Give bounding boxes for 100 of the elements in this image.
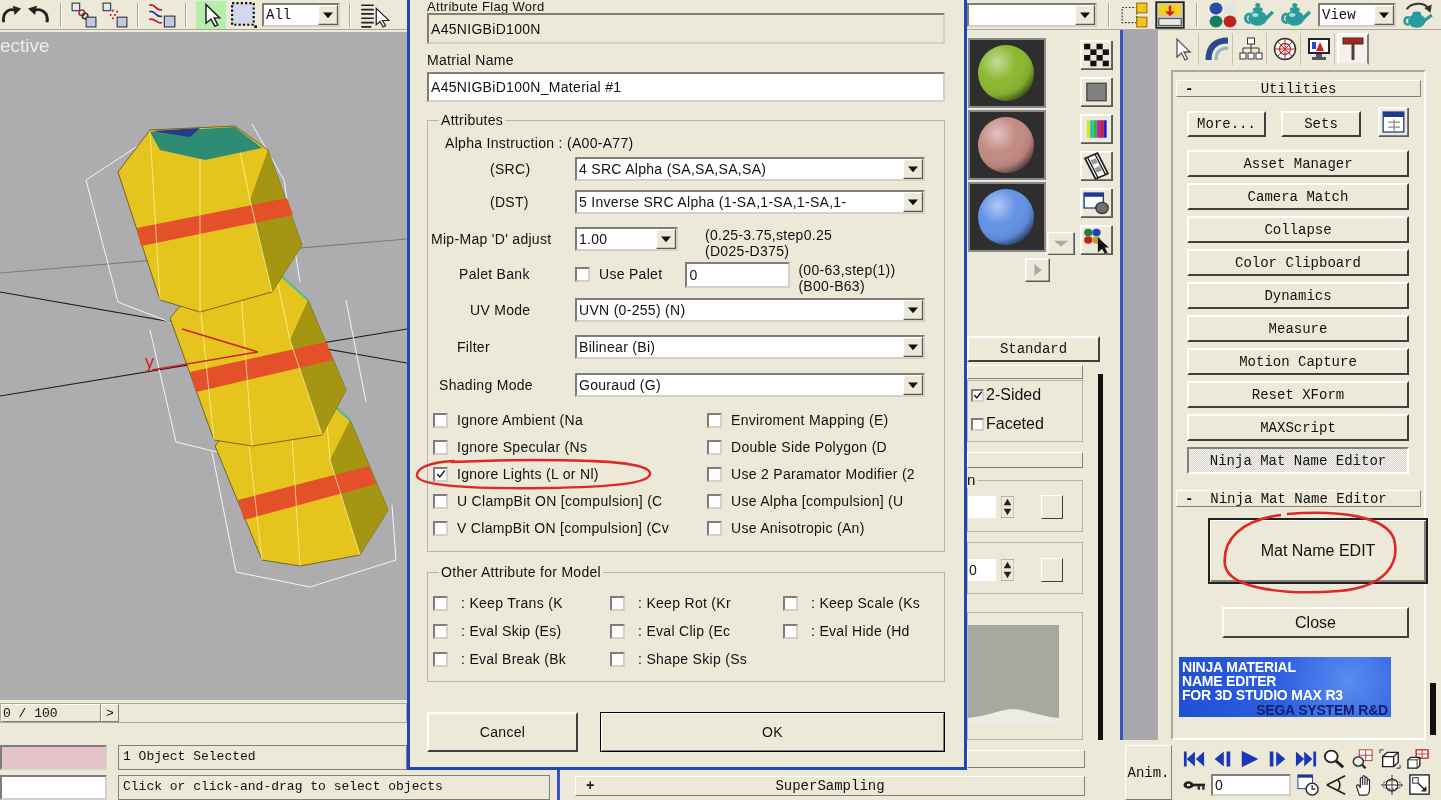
utility-button[interactable]: Measure	[1187, 315, 1409, 342]
spinner-field[interactable]	[968, 496, 996, 518]
film-strip-icon[interactable]	[1080, 151, 1113, 181]
spinner-icon[interactable]	[1001, 496, 1014, 518]
four-spheres-icon[interactable]	[1209, 1, 1237, 28]
chain-link-icon[interactable]	[71, 1, 97, 28]
window-grid-icon[interactable]	[1378, 107, 1409, 137]
listener-field[interactable]	[0, 745, 107, 770]
next-frame-button[interactable]: >	[101, 704, 119, 722]
scrollbar[interactable]	[1430, 683, 1436, 735]
time-slider-thumb[interactable]: 0 / 100	[1, 704, 101, 722]
checkbox[interactable]	[707, 493, 722, 509]
checker-icon[interactable]	[1080, 40, 1113, 70]
checkbox[interactable]	[971, 388, 984, 402]
rollout-header[interactable]	[967, 452, 1083, 468]
checkbox[interactable]	[610, 651, 625, 667]
broken-chain-icon[interactable]	[102, 1, 128, 28]
checkbox[interactable]	[433, 595, 448, 611]
checkbox[interactable]	[433, 493, 448, 509]
rollout-header[interactable]	[967, 750, 1085, 768]
frame-field[interactable]: 0	[1211, 774, 1291, 796]
dialog-button[interactable]: Cancel	[427, 712, 578, 752]
dropdown[interactable]: 1.00	[575, 227, 678, 251]
dropdown[interactable]: Gouraud (G)	[575, 373, 925, 397]
utility-button[interactable]: Motion Capture	[1187, 348, 1409, 375]
rollout-header[interactable]: - Ninja Mat Name Editor	[1176, 490, 1421, 507]
checkbox[interactable]	[707, 520, 722, 536]
mat-name-edit-button[interactable]: Mat Name EDIT	[1208, 518, 1428, 584]
skip-start-icon[interactable]	[1183, 749, 1205, 769]
cubes-icon[interactable]	[1407, 749, 1429, 769]
rollout-header[interactable]: - Utilities	[1176, 80, 1421, 97]
anim-button[interactable]: Anim.	[1125, 745, 1172, 800]
color-bars-icon[interactable]	[1080, 114, 1113, 144]
skip-end-icon[interactable]	[1295, 749, 1317, 769]
square-button[interactable]	[1041, 558, 1063, 582]
orbit-icon[interactable]	[1381, 774, 1403, 796]
named-selection-field[interactable]	[967, 2, 1097, 27]
curved-arrow-icon[interactable]	[0, 3, 22, 26]
checkbox[interactable]	[707, 439, 722, 455]
checkbox[interactable]	[575, 267, 590, 282]
checkbox[interactable]	[971, 417, 984, 431]
checkbox[interactable]	[433, 439, 448, 455]
view-dropdown[interactable]: View	[1318, 2, 1396, 27]
utility-button[interactable]: Asset Manager	[1187, 150, 1409, 177]
utility-button[interactable]: MAXScript	[1187, 414, 1409, 441]
checkbox[interactable]	[433, 466, 448, 482]
rollout-header[interactable]: + SuperSampling	[575, 776, 1085, 796]
square-icon[interactable]	[1080, 77, 1113, 107]
dotted-squares-icon[interactable]	[1121, 1, 1148, 28]
dropdown[interactable]: UVN (0-255) (N)	[575, 298, 925, 322]
sample-slot[interactable]	[968, 182, 1046, 252]
dashed-rectangle-icon[interactable]	[231, 1, 257, 28]
material-type-button[interactable]: Standard	[967, 336, 1100, 362]
selection-filter-dropdown[interactable]: All	[262, 2, 340, 27]
utility-button[interactable]: Color Clipboard	[1187, 249, 1409, 276]
utility-button[interactable]: Camera Match	[1187, 183, 1409, 210]
pointer-icon[interactable]	[196, 0, 226, 29]
dialog-button[interactable]: OK	[600, 712, 945, 752]
list-pointer-icon[interactable]	[360, 1, 390, 28]
teapot-icon[interactable]	[1281, 1, 1311, 28]
caret-icon[interactable]	[1047, 232, 1075, 255]
checkbox[interactable]	[433, 520, 448, 536]
scrollbar[interactable]	[1098, 374, 1103, 740]
checkbox[interactable]	[433, 623, 448, 639]
time-slider-track[interactable]: 0 / 100 >	[0, 703, 407, 723]
sets-button[interactable]: Sets	[1281, 111, 1361, 137]
checkbox[interactable]	[610, 623, 625, 639]
checkbox[interactable]	[707, 466, 722, 482]
cube-icon[interactable]	[1379, 749, 1401, 769]
wavy-lines-icon[interactable]	[148, 1, 176, 28]
close-button[interactable]: Close	[1222, 607, 1409, 638]
more-button[interactable]: More...	[1187, 111, 1266, 137]
angle-icon[interactable]	[1325, 774, 1347, 796]
window-sphere-icon[interactable]	[1080, 188, 1113, 218]
text-field[interactable]: 0	[685, 262, 791, 288]
square-button[interactable]	[1041, 495, 1063, 519]
teapot-icon[interactable]	[1244, 1, 1274, 28]
dropdown[interactable]: 5 Inverse SRC Alpha (1-SA,1-SA,1-SA,1-	[575, 190, 925, 214]
zoom-grid-icon[interactable]	[1351, 749, 1373, 769]
right-arrow-icon[interactable]	[1025, 258, 1050, 282]
maximize-icon[interactable]	[1409, 774, 1431, 796]
utility-button[interactable]: Dynamics	[1187, 282, 1409, 309]
checkbox[interactable]	[433, 651, 448, 667]
checkbox[interactable]	[783, 623, 798, 639]
utility-button[interactable]: Collapse	[1187, 216, 1409, 243]
listener-input[interactable]	[0, 775, 107, 800]
text-field[interactable]: A45NIGBiD100N	[427, 13, 945, 44]
spinner-field[interactable]: 0	[968, 559, 996, 581]
text-field[interactable]: A45NIGBiD100N_Material #1	[427, 72, 945, 102]
sample-slot[interactable]	[968, 110, 1046, 180]
checkbox[interactable]	[783, 595, 798, 611]
utility-button[interactable]: Reset XForm	[1187, 381, 1409, 408]
checkbox[interactable]	[433, 412, 448, 428]
dropdown[interactable]: 4 SRC Alpha (SA,SA,SA,SA)	[575, 157, 925, 181]
spinner-icon[interactable]	[1001, 559, 1014, 581]
clock-window-icon[interactable]	[1297, 774, 1319, 796]
checkbox[interactable]	[610, 595, 625, 611]
rollout-header[interactable]	[967, 365, 1083, 379]
checkbox[interactable]	[707, 412, 722, 428]
utility-button[interactable]: Ninja Mat Name Editor	[1187, 447, 1409, 474]
